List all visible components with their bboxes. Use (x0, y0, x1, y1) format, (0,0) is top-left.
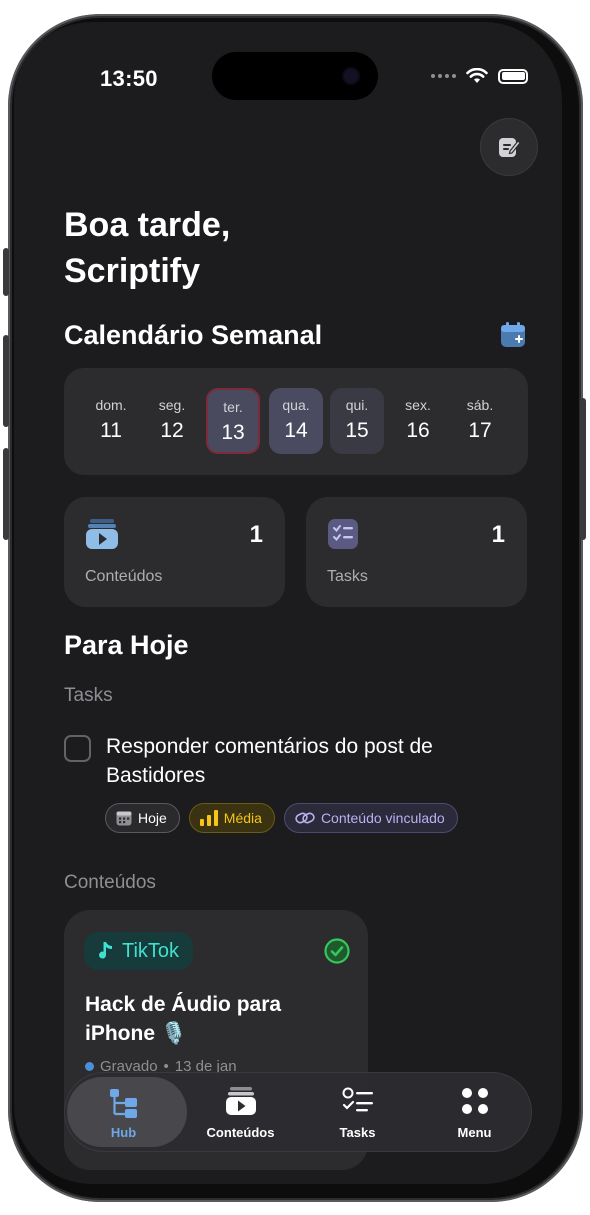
play-folder-icon (225, 1087, 256, 1115)
tab-label: Conteúdos (206, 1125, 275, 1140)
grid-dots-icon (461, 1088, 488, 1114)
power-button (580, 398, 586, 540)
tab-tasks[interactable]: Tasks (299, 1073, 416, 1153)
tasks-heading: Tasks (64, 685, 113, 706)
tab-hub[interactable]: Hub (65, 1073, 187, 1153)
priority-bars-icon (199, 810, 218, 826)
app-screen: 13:50 Boa tarde, Scriptify Calendário Se… (14, 22, 562, 1184)
date-chip[interactable]: Hoje (105, 803, 180, 833)
conteudos-count: 1 (249, 521, 263, 548)
calendar-day[interactable]: qui. 15 (330, 388, 384, 454)
signal-icon (431, 74, 456, 78)
greeting-heading: Boa tarde, Scriptify (64, 202, 230, 294)
platform-label: TikTok (122, 939, 180, 962)
content-title: Hack de Áudio para iPhone 🎙️ (85, 993, 282, 1045)
check-circle-icon (324, 938, 350, 964)
priority-chip-label: Média (223, 810, 262, 826)
compose-button[interactable] (480, 118, 538, 176)
music-note-icon (99, 942, 112, 959)
status-time: 13:50 (100, 66, 158, 91)
link-icon (295, 812, 315, 824)
date-chip-label: Hoje (138, 810, 167, 826)
tab-label: Tasks (339, 1125, 376, 1140)
tasks-stat-card[interactable]: 1 Tasks (306, 497, 527, 607)
calendar-day[interactable]: sáb. 17 (453, 388, 507, 454)
priority-chip[interactable]: Média (188, 803, 275, 833)
tab-label: Menu (457, 1125, 492, 1140)
volume-up-button (3, 335, 9, 427)
conteudos-label: Conteúdos (85, 568, 163, 585)
status-indicators (431, 68, 528, 84)
calendar-day[interactable]: qua. 14 (269, 388, 323, 454)
camera-icon (342, 67, 360, 85)
task-checkbox[interactable] (64, 735, 91, 762)
calendar-day-today[interactable]: ter. 13 (206, 388, 260, 454)
mute-switch (3, 248, 9, 296)
user-name: Scriptify (64, 252, 201, 290)
today-title: Para Hoje (64, 630, 189, 660)
weekly-calendar: dom. 11 seg. 12 ter. 13 qua. 14 qui. 15 sex. 1… (64, 368, 528, 475)
task-chips: Hoje Média Conteúdo vinculado (105, 803, 458, 833)
volume-down-button (3, 448, 9, 540)
tasks-label: Tasks (327, 568, 368, 585)
play-folder-icon (86, 519, 118, 549)
tab-menu[interactable]: Menu (416, 1073, 533, 1153)
tab-conteudos[interactable]: Conteúdos (182, 1073, 299, 1153)
tab-bar: Hub Conteúdos Tasks Menu (64, 1072, 532, 1152)
conteudos-stat-card[interactable]: 1 Conteúdos (64, 497, 285, 607)
dynamic-island (212, 52, 378, 100)
platform-badge: TikTok (84, 932, 194, 970)
task-title[interactable]: Responder comentários do post de Bastido… (106, 732, 446, 790)
calendar-day[interactable]: seg. 12 (145, 388, 199, 454)
linked-content-label: Conteúdo vinculado (320, 810, 445, 826)
battery-icon (498, 68, 528, 84)
compose-icon (499, 138, 521, 157)
calendar-title: Calendário Semanal (64, 320, 323, 350)
status-dot (85, 1062, 94, 1071)
calendar-add-icon (501, 322, 525, 347)
wifi-icon (466, 68, 488, 83)
calendar-icon (116, 811, 132, 826)
tab-label: Hub (110, 1125, 137, 1140)
add-calendar-button[interactable] (500, 322, 526, 353)
contents-heading: Conteúdos (64, 872, 156, 893)
calendar-day[interactable]: dom. 11 (84, 388, 138, 454)
linked-content-chip[interactable]: Conteúdo vinculado (283, 803, 458, 833)
calendar-day[interactable]: sex. 16 (391, 388, 445, 454)
checklist-icon (342, 1087, 373, 1112)
checklist-icon (328, 519, 358, 549)
tasks-count: 1 (491, 521, 505, 548)
hub-tree-icon (109, 1089, 137, 1118)
greeting-line: Boa tarde, (64, 206, 231, 244)
